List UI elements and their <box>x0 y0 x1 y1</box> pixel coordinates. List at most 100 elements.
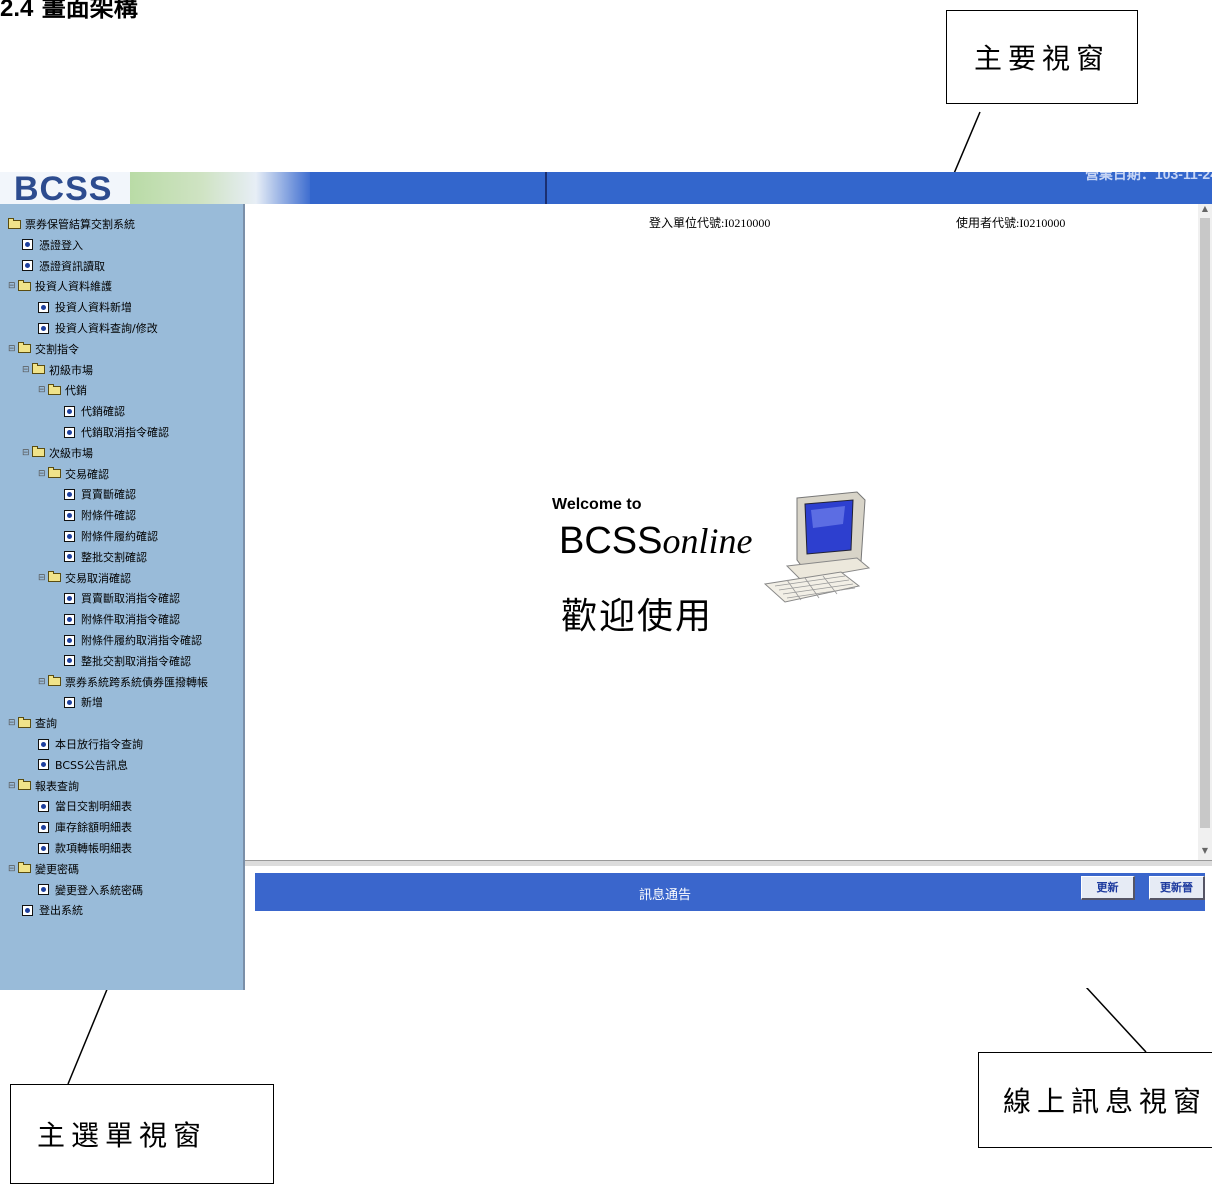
menu-item-label: 登出系統 <box>39 904 83 918</box>
refresh-button[interactable]: 更新 <box>1081 876 1135 900</box>
menu-folder[interactable]: ⊟ 變更密碼 <box>8 859 79 879</box>
page-icon <box>64 592 75 604</box>
collapse-toggle-icon[interactable]: ⊟ <box>8 864 16 874</box>
brand-online: online <box>662 521 753 561</box>
menu-item[interactable]: 庫存餘額明細表 <box>38 817 132 837</box>
menu-item[interactable]: 本日放行指令查詢 <box>38 734 143 754</box>
main-window: 登入單位代號:I0210000 使用者代號:I0210000 Welcome t… <box>245 204 1212 860</box>
folder-icon <box>32 363 45 375</box>
folder-icon <box>18 779 31 791</box>
business-date: 營業日期：103-11-24 <box>1084 172 1212 182</box>
menu-item-label: 整批交割確認 <box>81 550 147 564</box>
app-header: BCSS 營業日期：103-11-24 <box>0 172 1212 204</box>
menu-item-label: 次級市場 <box>49 446 93 460</box>
folder-icon <box>48 467 61 479</box>
menu-item-label: 變更登入系統密碼 <box>55 883 143 897</box>
menu-item[interactable]: 投資人資料新增 <box>38 297 132 317</box>
page-icon <box>64 655 75 667</box>
scroll-down-icon[interactable]: ▼ <box>1198 846 1212 858</box>
collapse-toggle-icon[interactable]: ⊟ <box>8 344 16 354</box>
menu-item[interactable]: 投資人資料查詢/修改 <box>38 318 158 338</box>
collapse-toggle-icon[interactable]: ⊟ <box>38 677 46 687</box>
menu-item-label: BCSS公告訊息 <box>55 758 128 772</box>
menu-item-label: 變更密碼 <box>35 862 79 876</box>
menu-item[interactable]: 款項轉帳明細表 <box>38 838 132 858</box>
menu-item[interactable]: 附條件取消指令確認 <box>64 609 180 629</box>
menu-item[interactable]: 買賣斷取消指令確認 <box>64 588 180 608</box>
menu-item[interactable]: 買賣斷確認 <box>64 484 136 504</box>
page-icon <box>38 738 49 750</box>
menu-item[interactable]: 整批交割取消指令確認 <box>64 651 191 671</box>
menu-item[interactable]: 憑證登入 <box>22 235 83 255</box>
menu-folder[interactable]: ⊟ 投資人資料維護 <box>8 276 112 296</box>
menu-folder[interactable]: ⊟ 次級市場 <box>22 443 93 463</box>
page-icon <box>64 488 75 500</box>
page-icon <box>64 530 75 542</box>
menu-item-label: 買賣斷確認 <box>81 488 136 502</box>
menu-folder[interactable]: ⊟ 票券系統跨系統債券匯撥轉帳 <box>38 672 208 692</box>
page-icon <box>64 551 75 563</box>
collapse-toggle-icon[interactable]: ⊟ <box>38 385 46 395</box>
main-menu-tree: 票券保管結算交割系統憑證登入憑證資訊讀取 ⊟ 投資人資料維護 投資人資料新增投資人資料… <box>0 204 245 990</box>
scroll-thumb[interactable] <box>1200 218 1210 828</box>
menu-item-label: 買賣斷取消指令確認 <box>81 592 180 606</box>
menu-folder[interactable]: ⊟ 報表查詢 <box>8 776 79 796</box>
frame-splitter[interactable] <box>245 860 1212 866</box>
menu-item[interactable]: 整批交割確認 <box>64 547 147 567</box>
menu-item[interactable]: 附條件履約取消指令確認 <box>64 630 202 650</box>
menu-item[interactable]: 代銷確認 <box>64 401 125 421</box>
menu-item[interactable]: 登出系統 <box>22 900 83 920</box>
menu-item[interactable]: BCSS公告訊息 <box>38 755 128 775</box>
page-icon <box>38 301 49 313</box>
refresh-all-button[interactable]: 更新晉 <box>1149 876 1205 900</box>
collapse-toggle-icon[interactable]: ⊟ <box>8 281 16 291</box>
login-unit-code: 登入單位代號:I0210000 <box>649 216 771 230</box>
folder-icon <box>48 383 61 395</box>
collapse-toggle-icon[interactable]: ⊟ <box>22 448 30 458</box>
collapse-toggle-icon[interactable]: ⊟ <box>38 573 46 583</box>
computer-icon <box>763 491 871 603</box>
menu-folder[interactable]: ⊟ 初級市場 <box>22 360 93 380</box>
menu-item-label: 票券系統跨系統債券匯撥轉帳 <box>65 675 208 689</box>
menu-item-label: 當日交割明細表 <box>55 800 132 814</box>
menu-item[interactable]: 憑證資訊讀取 <box>22 256 105 276</box>
logo-area: BCSS <box>0 172 130 204</box>
menu-folder[interactable]: ⊟ 交易確認 <box>38 464 109 484</box>
menu-item-label: 憑證資訊讀取 <box>39 259 105 273</box>
page-icon <box>64 613 75 625</box>
menu-folder[interactable]: 票券保管結算交割系統 <box>8 214 135 234</box>
main-scrollbar[interactable]: ▲ ▼ <box>1198 204 1212 860</box>
menu-item[interactable]: 附條件履約確認 <box>64 526 158 546</box>
collapse-toggle-icon[interactable]: ⊟ <box>22 365 30 375</box>
menu-folder[interactable]: ⊟ 代銷 <box>38 380 87 400</box>
menu-item-label: 交易確認 <box>65 467 109 481</box>
menu-folder[interactable]: ⊟ 交割指令 <box>8 339 79 359</box>
menu-item-label: 投資人資料查詢/修改 <box>55 322 158 335</box>
collapse-toggle-icon[interactable]: ⊟ <box>8 718 16 728</box>
menu-item[interactable]: 新增 <box>64 692 103 712</box>
page-icon <box>38 884 49 896</box>
menu-item-label: 代銷 <box>65 384 87 398</box>
menu-item-label: 憑證登入 <box>39 238 83 252</box>
page-icon <box>22 904 33 916</box>
user-code: 使用者代號:I0210000 <box>956 216 1066 230</box>
menu-item[interactable]: 附條件確認 <box>64 505 136 525</box>
menu-item[interactable]: 當日交割明細表 <box>38 796 132 816</box>
collapse-toggle-icon[interactable]: ⊟ <box>8 781 16 791</box>
folder-icon <box>32 446 45 458</box>
menu-folder[interactable]: ⊟ 查詢 <box>8 713 57 733</box>
menu-folder[interactable]: ⊟ 交易取消確認 <box>38 568 131 588</box>
menu-item[interactable]: 變更登入系統密碼 <box>38 880 143 900</box>
menu-item-label: 附條件取消指令確認 <box>81 613 180 627</box>
menu-item-label: 交易取消確認 <box>65 571 131 585</box>
menu-item-label: 查詢 <box>35 717 57 731</box>
menu-item-label: 附條件確認 <box>81 509 136 523</box>
page-icon <box>38 821 49 833</box>
page-icon <box>64 426 75 438</box>
message-window <box>245 913 1212 988</box>
header-divider <box>545 172 547 204</box>
collapse-toggle-icon[interactable]: ⊟ <box>38 469 46 479</box>
menu-item[interactable]: 代銷取消指令確認 <box>64 422 169 442</box>
scroll-up-icon[interactable]: ▲ <box>1198 204 1212 216</box>
menu-item-label: 附條件履約確認 <box>81 530 158 543</box>
